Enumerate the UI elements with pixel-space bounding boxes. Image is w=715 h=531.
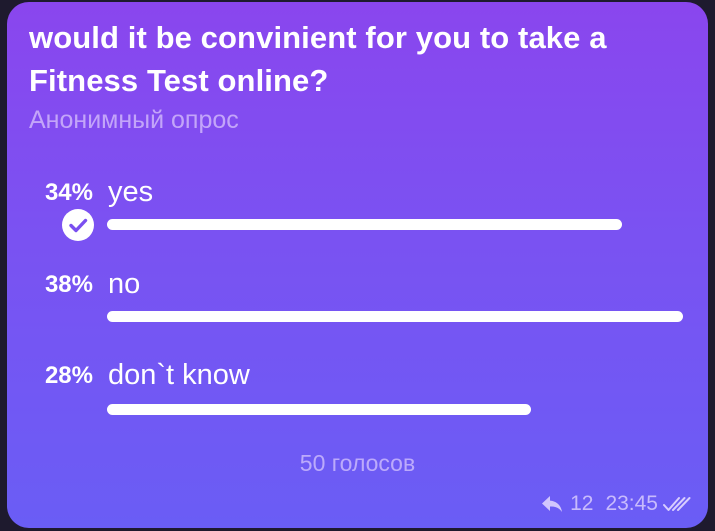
option-percent: 28% [44,362,93,389]
result-bar [107,404,531,415]
result-bar [107,219,622,230]
option-label: yes [108,176,154,208]
poll-type-label: Анонимный опрос [29,106,239,134]
poll-question: would it be convinient for you to take a… [29,20,607,98]
result-bar-track [107,404,683,415]
option-percent: 38% [44,271,93,298]
result-bar-track [107,311,683,322]
option-percent: 34% [44,179,93,206]
result-bar [107,311,683,322]
double-check-icon [662,494,692,514]
poll-option-dont-know[interactable]: 28% don`t know [7,359,708,439]
reply-count[interactable]: 12 [570,492,593,516]
message-time: 23:45 [605,492,658,515]
poll-option-no[interactable]: 38% no [7,268,708,348]
option-label: no [108,268,141,300]
poll-option-yes[interactable]: 34% yes [7,176,708,256]
option-label: don`t know [108,359,250,391]
reply-arrow-icon[interactable] [540,494,564,514]
check-circle-icon [62,209,94,241]
votes-count[interactable]: 50 голосов [7,450,708,477]
poll-message-bubble: would it be convinient for you to take a… [7,2,708,528]
result-bar-track [107,219,683,230]
message-meta: 12 23:45 [540,489,692,519]
